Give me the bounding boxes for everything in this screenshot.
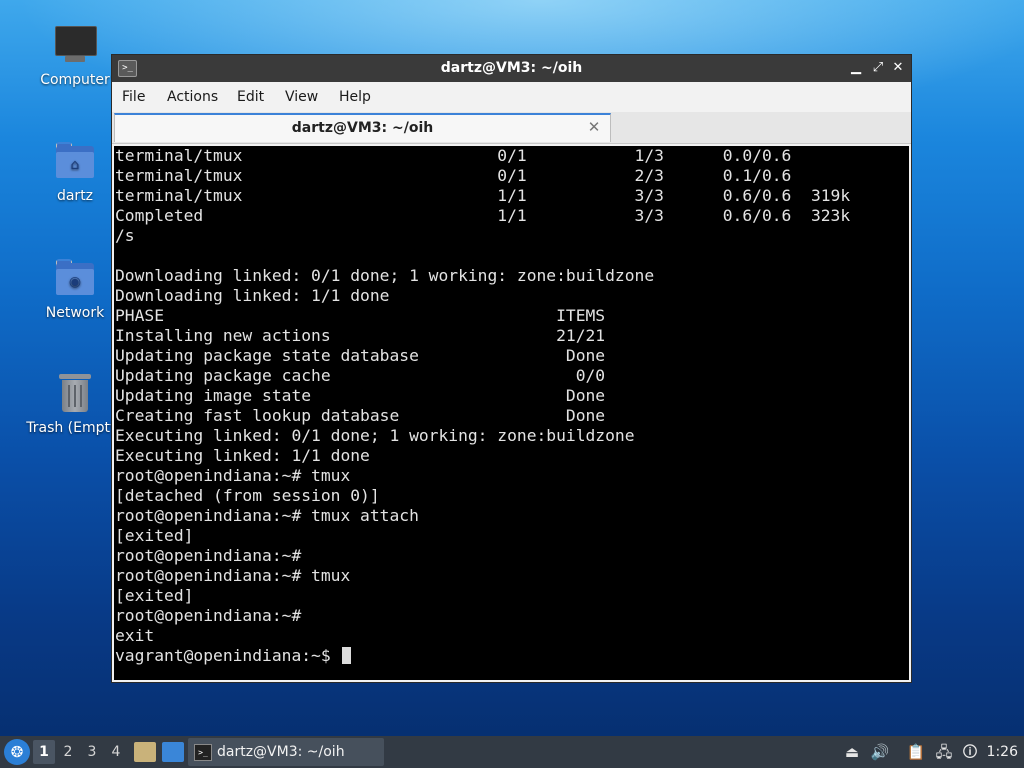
maximize-icon[interactable]: ⤢ bbox=[869, 59, 887, 77]
terminal-line: terminal/tmux 0/1 2/3 0.1/0.6 bbox=[115, 166, 792, 185]
terminal-task-icon: >_ bbox=[194, 744, 212, 761]
terminal-line: root@openindiana:~# tmux bbox=[115, 566, 351, 585]
close-icon[interactable]: ✕ bbox=[889, 59, 907, 77]
volume-icon[interactable]: 🔊 bbox=[870, 742, 890, 762]
window-title: dartz@VM3: ~/oih bbox=[440, 60, 583, 76]
workspace-3[interactable]: 3 bbox=[81, 740, 103, 764]
workspace-1[interactable]: 1 bbox=[33, 740, 55, 764]
file-manager-launcher-icon[interactable] bbox=[134, 742, 156, 762]
minimize-icon[interactable]: ▁ bbox=[847, 59, 865, 77]
menu-file[interactable]: File bbox=[122, 82, 145, 112]
tab-close-icon[interactable]: ✕ bbox=[586, 118, 602, 136]
terminal-line: root@openindiana:~# bbox=[115, 606, 302, 625]
terminal-line: [exited] bbox=[115, 526, 194, 545]
terminal-line: Installing new actions 21/21 bbox=[115, 326, 606, 345]
terminal-line: [exited] bbox=[115, 586, 194, 605]
terminal-line: Downloading linked: 1/1 done bbox=[115, 286, 390, 305]
task-label: dartz@VM3: ~/oih bbox=[217, 744, 345, 760]
menu-edit[interactable]: Edit bbox=[237, 82, 264, 112]
terminal-line: /s bbox=[115, 226, 135, 245]
menu-help[interactable]: Help bbox=[339, 82, 371, 112]
terminal-line: root@openindiana:~# bbox=[115, 546, 302, 565]
terminal-line: Downloading linked: 0/1 done; 1 working:… bbox=[115, 266, 655, 285]
terminal-line: [detached (from session 0)] bbox=[115, 486, 380, 505]
terminal-cursor bbox=[342, 647, 352, 664]
terminal-line: Updating image state Done bbox=[115, 386, 606, 405]
window-titlebar[interactable]: >_ dartz@VM3: ~/oih ▁ ⤢ ✕ bbox=[112, 55, 911, 82]
terminal-window: >_ dartz@VM3: ~/oih ▁ ⤢ ✕ File Actions E… bbox=[111, 54, 912, 683]
workspace-4[interactable]: 4 bbox=[105, 740, 127, 764]
clock[interactable]: 1:26 bbox=[987, 736, 1018, 768]
menu-view[interactable]: View bbox=[285, 82, 318, 112]
terminal-line: terminal/tmux 0/1 1/3 0.0/0.6 bbox=[115, 146, 792, 165]
network-icon[interactable]: 🖧 bbox=[934, 742, 954, 762]
terminal-tab[interactable]: dartz@VM3: ~/oih ✕ bbox=[114, 113, 611, 142]
workspace-2[interactable]: 2 bbox=[57, 740, 79, 764]
taskbar: ❂ 1 2 3 4 >_ dartz@VM3: ~/oih ⏏ 🔊 📋 🖧 🛈 … bbox=[0, 736, 1024, 768]
tab-label: dartz@VM3: ~/oih bbox=[291, 120, 434, 136]
start-menu-icon[interactable]: ❂ bbox=[4, 739, 30, 765]
clipboard-icon[interactable]: 📋 bbox=[906, 742, 926, 762]
terminal-line: vagrant@openindiana:~$ bbox=[115, 646, 352, 666]
terminal-line: root@openindiana:~# tmux attach bbox=[115, 506, 419, 525]
notification-icon[interactable]: 🛈 bbox=[960, 742, 980, 762]
trash-icon bbox=[53, 372, 97, 416]
terminal-line: Executing linked: 0/1 done; 1 working: z… bbox=[115, 426, 635, 445]
terminal-line: Updating package state database Done bbox=[115, 346, 606, 365]
terminal-line: terminal/tmux 1/1 3/3 0.6/0.6 319k bbox=[115, 186, 851, 205]
home-folder-icon: ⌂ bbox=[53, 140, 97, 184]
terminal-line: Creating fast lookup database Done bbox=[115, 406, 606, 425]
terminal-line: Updating package cache 0/0 bbox=[115, 366, 606, 385]
terminal-line: exit bbox=[115, 626, 155, 645]
terminal-line: PHASE ITEMS bbox=[115, 306, 606, 325]
terminal-output[interactable]: terminal/tmux 0/1 1/3 0.0/0.6 terminal/tm… bbox=[114, 146, 909, 680]
menu-actions[interactable]: Actions bbox=[167, 82, 218, 112]
terminal-line: Completed 1/1 3/3 0.6/0.6 323k bbox=[115, 206, 851, 225]
eject-icon[interactable]: ⏏ bbox=[842, 742, 862, 762]
menu-bar: File Actions Edit View Help bbox=[112, 82, 911, 112]
taskbar-task-terminal[interactable]: >_ dartz@VM3: ~/oih bbox=[188, 738, 384, 766]
tab-bar: dartz@VM3: ~/oih ✕ bbox=[112, 112, 911, 144]
computer-icon bbox=[53, 24, 97, 68]
network-folder-icon: ◉ bbox=[53, 257, 97, 301]
terminal-line: Executing linked: 1/1 done bbox=[115, 446, 370, 465]
terminal-line: root@openindiana:~# tmux bbox=[115, 466, 351, 485]
show-desktop-icon[interactable] bbox=[162, 742, 184, 762]
